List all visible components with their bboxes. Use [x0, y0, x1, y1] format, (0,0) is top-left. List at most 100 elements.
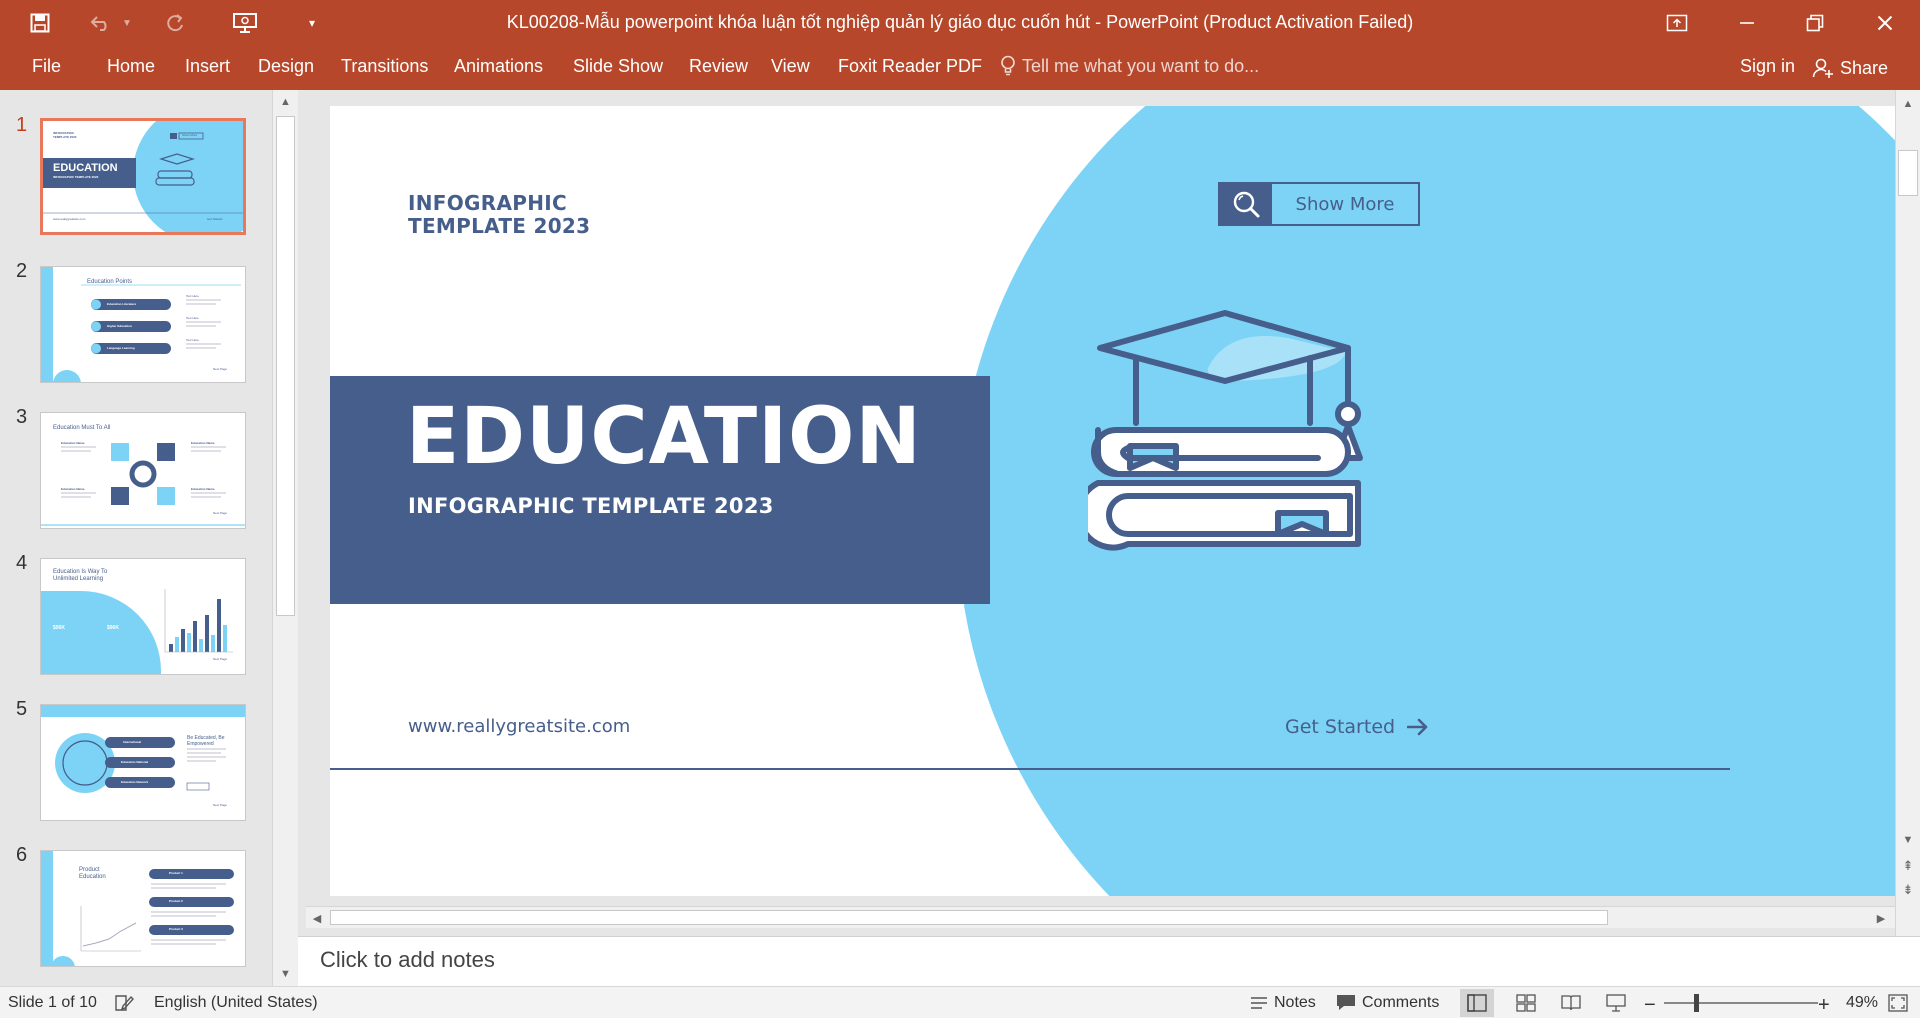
- thumbnail-label: Text Here: [186, 316, 199, 320]
- scroll-up-icon[interactable]: ▲: [273, 92, 298, 112]
- slide-subtitle[interactable]: INFOGRAPHIC TEMPLATE 2023: [408, 494, 774, 518]
- thumbnail-cta: Next Page: [213, 511, 228, 515]
- tab-home[interactable]: Home: [107, 56, 155, 77]
- fit-slide-button[interactable]: [1888, 994, 1908, 1012]
- notes-toggle-button[interactable]: Notes: [1250, 994, 1316, 1012]
- comments-toggle-button[interactable]: Comments: [1336, 994, 1439, 1012]
- thumbnail-url: www.reallygreatsite.com: [53, 217, 86, 221]
- notes-pane[interactable]: Click to add notes: [298, 936, 1920, 986]
- slide-thumbnail-6[interactable]: Product Education Product 1 Product 2 Pr…: [40, 850, 246, 967]
- redo-icon[interactable]: [160, 8, 190, 38]
- scroll-left-icon[interactable]: ◀: [308, 908, 326, 928]
- slide-show-icon: [1606, 994, 1626, 1012]
- get-started-label: Get Started: [1285, 716, 1396, 738]
- slide-counter[interactable]: Slide 1 of 10: [8, 994, 97, 1012]
- get-started-link[interactable]: Get Started: [1285, 716, 1429, 738]
- editor-horizontal-scrollbar[interactable]: ◀ ▶: [306, 906, 1895, 928]
- scroll-up-icon[interactable]: ▲: [1896, 94, 1920, 114]
- tab-foxit-reader-pdf[interactable]: Foxit Reader PDF: [838, 56, 982, 77]
- thumbnail-label: Education Name: [61, 441, 85, 445]
- thumbnail-label: Education Name: [61, 487, 85, 491]
- thumbnail-pill-label: Education National: [121, 760, 149, 764]
- previous-slide-icon[interactable]: ⇞: [1896, 856, 1920, 876]
- undo-dropdown-icon[interactable]: ▼: [120, 8, 134, 38]
- thumbnail-subtitle: INFOGRAPHIC TEMPLATE 2023: [53, 175, 99, 179]
- tab-insert[interactable]: Insert: [185, 56, 230, 77]
- scrollbar-thumb[interactable]: [330, 910, 1608, 925]
- zoom-out-icon[interactable]: −: [1644, 994, 1656, 1017]
- tell-me-box[interactable]: Tell me what you want to do...: [1000, 55, 1259, 77]
- undo-icon[interactable]: [86, 8, 116, 38]
- normal-view-icon: [1467, 994, 1487, 1012]
- scroll-down-icon[interactable]: ▼: [273, 964, 298, 984]
- ribbon-tabs: File Home Insert Design Transitions Anim…: [0, 46, 1920, 90]
- normal-view-button[interactable]: [1460, 989, 1494, 1017]
- zoom-level[interactable]: 49%: [1846, 994, 1878, 1012]
- window-title: KL00208-Mẫu powerpoint khóa luận tốt ngh…: [506, 12, 1414, 32]
- thumbnail-pill-label: Education Network: [121, 780, 149, 784]
- zoom-level-text: 49%: [1846, 994, 1879, 1011]
- thumbnail-pill-label: Product 3: [169, 927, 183, 931]
- thumbnail-cta: Get Started: [207, 217, 223, 221]
- slide-sorter-icon: [1516, 994, 1536, 1012]
- slide-thumbnail-2[interactable]: Education Points Education Literature Hi…: [40, 266, 246, 383]
- sign-in-link[interactable]: Sign in: [1740, 56, 1795, 77]
- thumbnail-title: Education Points: [87, 279, 133, 285]
- zoom-slider-thumb[interactable]: [1694, 994, 1699, 1012]
- slide-canvas[interactable]: INFOGRAPHIC TEMPLATE 2023 EDUCATION INFO…: [330, 106, 1895, 896]
- slide-kicker[interactable]: INFOGRAPHIC TEMPLATE 2023: [408, 192, 708, 238]
- editor-vertical-scrollbar[interactable]: ▲ ▼ ⇞ ⇟: [1895, 90, 1920, 936]
- thumbnail-heading: Be Educated, Be Empowered: [187, 735, 225, 747]
- slide-thumbnail-5[interactable]: International Education National Educati…: [40, 704, 246, 821]
- thumbnail-pill-label: International: [123, 740, 142, 744]
- customize-toolbar-icon[interactable]: ▾: [302, 8, 322, 38]
- close-icon[interactable]: [1855, 0, 1915, 46]
- tab-view[interactable]: View: [771, 56, 810, 77]
- scrollbar-thumb[interactable]: [276, 116, 295, 616]
- save-icon[interactable]: [24, 8, 56, 38]
- thumbnail-pill-label: Education Literature: [107, 302, 137, 306]
- thumbnail-scrollbar[interactable]: ▲ ▼: [272, 90, 298, 986]
- slide-thumbnail-3[interactable]: Education Must To All Education Name Edu…: [40, 412, 246, 529]
- tab-animations[interactable]: Animations: [454, 56, 543, 77]
- tab-transitions[interactable]: Transitions: [341, 56, 428, 77]
- next-slide-icon[interactable]: ⇟: [1896, 880, 1920, 900]
- slide-thumbnail-art: [41, 851, 234, 966]
- zoom-in-icon[interactable]: +: [1818, 994, 1830, 1017]
- scroll-right-icon[interactable]: ▶: [1872, 908, 1890, 928]
- tab-file[interactable]: File: [32, 56, 61, 77]
- thumbnail-kicker: INFOGRAPHIC TEMPLATE 2023: [53, 131, 77, 139]
- reading-view-icon: [1561, 995, 1581, 1011]
- restore-icon[interactable]: [1785, 0, 1845, 46]
- spelling-check-icon[interactable]: [114, 994, 134, 1012]
- scroll-down-icon[interactable]: ▼: [1896, 830, 1920, 850]
- tab-review[interactable]: Review: [689, 56, 748, 77]
- tab-design[interactable]: Design: [258, 56, 314, 77]
- slide-thumbnail-4[interactable]: Education Is Way To Unlimited Learning $…: [40, 558, 246, 675]
- scrollbar-thumb[interactable]: [1898, 150, 1918, 196]
- arrow-right-icon: [1407, 718, 1428, 736]
- thumbnail-title: Product Education: [79, 867, 106, 880]
- minimize-icon[interactable]: [1717, 0, 1777, 46]
- thumbnail-pill-label: Product 1: [169, 871, 183, 875]
- zoom-slider[interactable]: [1664, 1002, 1818, 1004]
- reading-view-button[interactable]: [1561, 994, 1581, 1012]
- share-label: Share: [1840, 57, 1889, 78]
- share-button[interactable]: Share: [1812, 52, 1888, 84]
- language-indicator[interactable]: English (United States): [154, 994, 318, 1012]
- graduation-books-icon[interactable]: [1088, 308, 1388, 553]
- slide-show-button[interactable]: [1606, 994, 1626, 1012]
- slide-url[interactable]: www.reallygreatsite.com: [408, 716, 630, 737]
- slide-sorter-button[interactable]: [1516, 994, 1536, 1012]
- thumbnail-title: Education Must To All: [53, 425, 111, 431]
- notes-icon: [1251, 997, 1267, 1009]
- slide-title[interactable]: EDUCATION: [406, 392, 922, 482]
- thumbnail-number: 2: [16, 260, 28, 282]
- thumbnail-button-label: Show More: [182, 133, 198, 137]
- ribbon-display-options-icon[interactable]: [1647, 0, 1707, 46]
- start-from-beginning-icon[interactable]: [228, 8, 262, 38]
- slide-thumbnail-1[interactable]: INFOGRAPHIC TEMPLATE 2023 EDUCATION INFO…: [40, 118, 246, 235]
- show-more-button[interactable]: Show More: [1218, 182, 1420, 226]
- tab-slide-show[interactable]: Slide Show: [573, 56, 663, 77]
- notes-placeholder[interactable]: Click to add notes: [320, 947, 495, 973]
